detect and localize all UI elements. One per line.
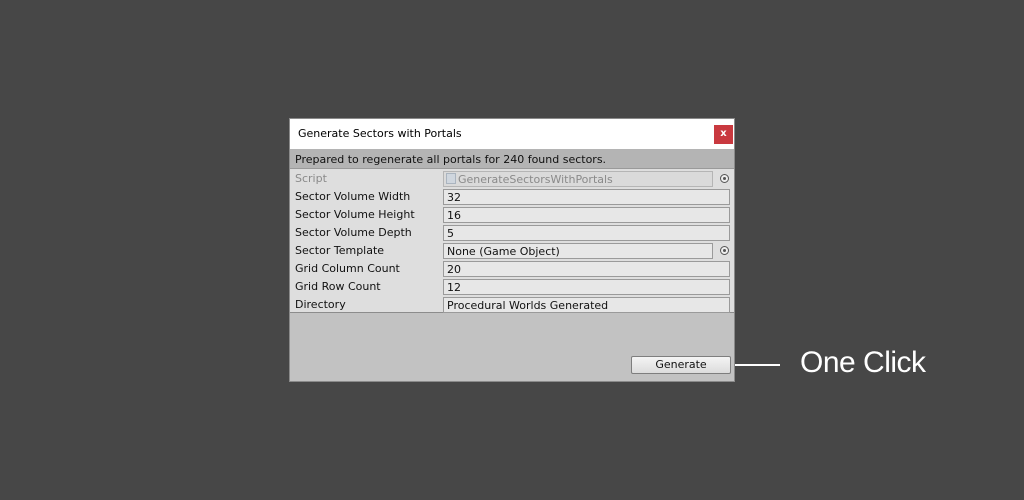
- directory-label: Directory: [295, 298, 346, 311]
- generate-sectors-window: Generate Sectors with Portals x Prepared…: [289, 118, 735, 382]
- close-button[interactable]: x: [714, 125, 733, 144]
- sector-volume-height-row: Sector Volume Height 16: [290, 206, 734, 224]
- sector-volume-depth-label: Sector Volume Depth: [295, 226, 412, 239]
- script-value: GenerateSectorsWithPortals: [458, 173, 613, 186]
- sector-volume-width-input[interactable]: 32: [443, 189, 730, 205]
- sector-volume-height-label: Sector Volume Height: [295, 208, 415, 221]
- callout-text: One Click: [800, 346, 926, 379]
- grid-row-count-label: Grid Row Count: [295, 280, 381, 293]
- sector-volume-height-input[interactable]: 16: [443, 207, 730, 223]
- script-label: Script: [295, 172, 327, 185]
- grid-row-count-input[interactable]: 12: [443, 279, 730, 295]
- object-picker-icon[interactable]: [720, 174, 729, 183]
- sector-volume-width-row: Sector Volume Width 32: [290, 188, 734, 206]
- sector-template-field[interactable]: None (Game Object): [443, 243, 713, 259]
- directory-input[interactable]: Procedural Worlds Generated: [443, 297, 730, 313]
- object-picker-icon[interactable]: [720, 246, 729, 255]
- inspector-panel: Script GenerateSectorsWithPortals Sector…: [290, 169, 734, 313]
- grid-column-count-label: Grid Column Count: [295, 262, 400, 275]
- grid-row-count-row: Grid Row Count 12: [290, 278, 734, 296]
- generate-button[interactable]: Generate: [631, 356, 731, 374]
- script-row: Script GenerateSectorsWithPortals: [290, 170, 734, 188]
- window-title: Generate Sectors with Portals: [298, 127, 462, 140]
- script-field: GenerateSectorsWithPortals: [443, 171, 713, 187]
- grid-column-count-input[interactable]: 20: [443, 261, 730, 277]
- status-message: Prepared to regenerate all portals for 2…: [290, 149, 734, 169]
- sector-template-label: Sector Template: [295, 244, 385, 257]
- sector-template-row: Sector Template None (Game Object): [290, 242, 734, 260]
- directory-row: Directory Procedural Worlds Generated: [290, 296, 734, 314]
- sector-volume-depth-row: Sector Volume Depth 5: [290, 224, 734, 242]
- grid-column-count-row: Grid Column Count 20: [290, 260, 734, 278]
- window-titlebar[interactable]: Generate Sectors with Portals x: [290, 119, 734, 149]
- sector-volume-depth-input[interactable]: 5: [443, 225, 730, 241]
- script-file-icon: [446, 173, 456, 184]
- sector-volume-width-label: Sector Volume Width: [295, 190, 411, 203]
- callout-pointer-line: [735, 364, 780, 366]
